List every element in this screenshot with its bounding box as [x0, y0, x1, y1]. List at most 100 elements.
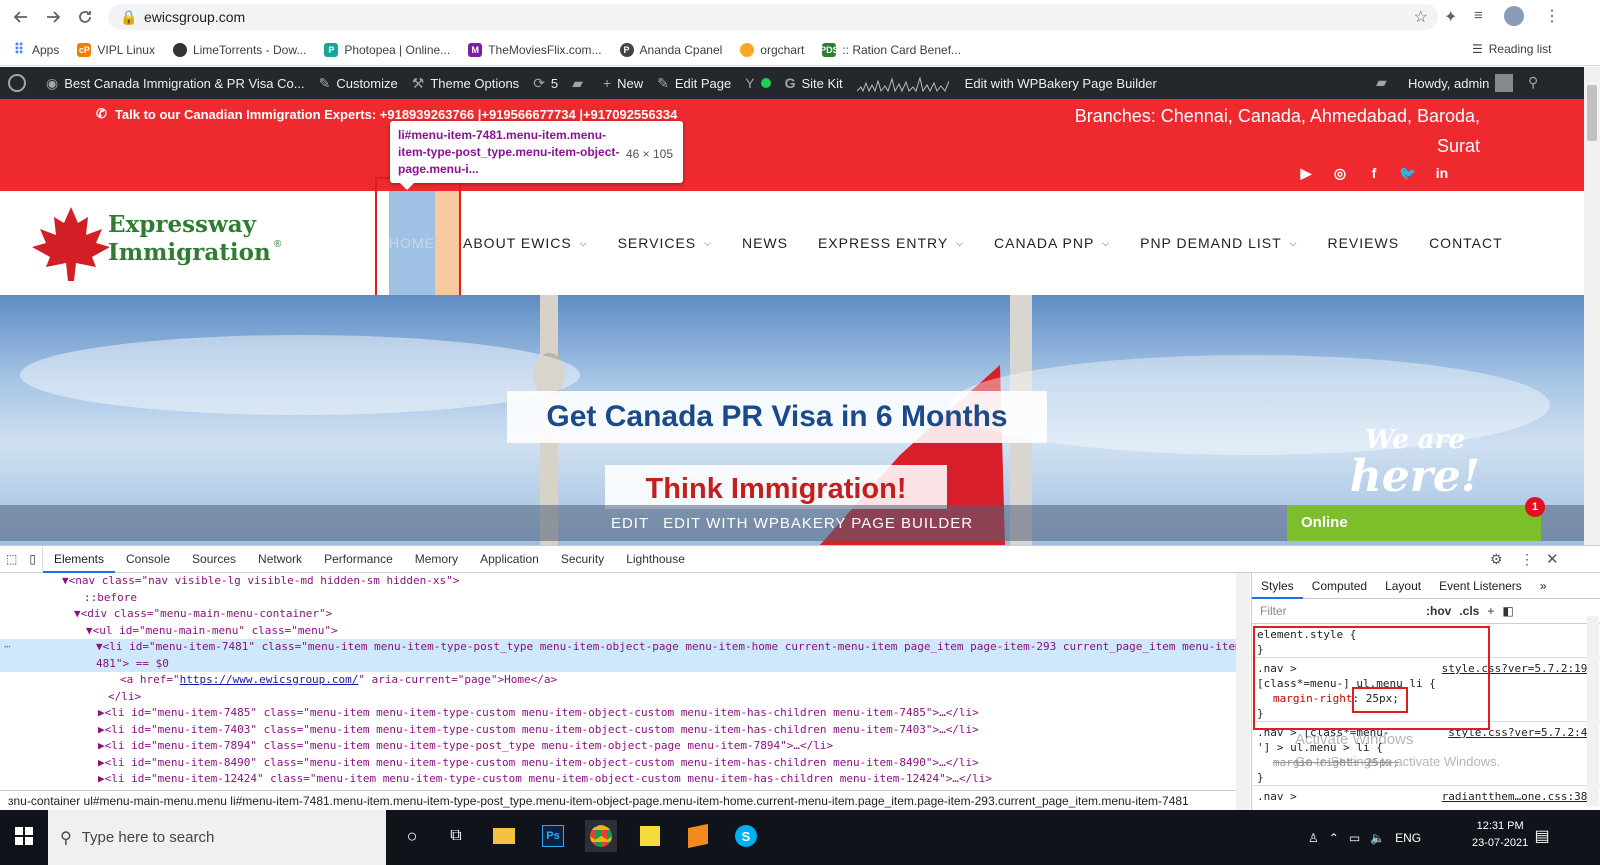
taskbar-search[interactable]: ⚲ Type here to search	[48, 810, 386, 865]
dom-node-li-8490[interactable]: ▶<li id="menu-item-8490" class="menu-ite…	[0, 755, 1236, 772]
task-view-icon[interactable]: ⧉	[440, 820, 472, 852]
menu-item-contact[interactable]: CONTACT	[1429, 235, 1503, 251]
tab-performance[interactable]: Performance	[313, 546, 404, 573]
sublime-icon[interactable]	[682, 820, 714, 852]
chevron-up-icon[interactable]: ⌃	[1329, 831, 1339, 845]
dom-node-menu-container[interactable]: ▼<div class="menu-main-menu-container">	[0, 606, 1236, 623]
wpbar-site-kit[interactable]: G Site Kit	[785, 75, 843, 91]
inspect-element-icon[interactable]: ⬚	[0, 546, 23, 573]
address-bar[interactable]: 🔒 ewicsgroup.com ☆	[108, 4, 1438, 30]
profile-avatar[interactable]	[1504, 6, 1524, 26]
bookmark-photopea[interactable]: P Photopea | Online...	[324, 42, 450, 57]
dom-node-anchor[interactable]: <a href="https://www.ewicsgroup.com/" ar…	[0, 672, 1236, 689]
wpbar-new[interactable]: + New	[603, 75, 643, 91]
extensions-icon[interactable]: ✦	[1444, 7, 1457, 27]
hov-toggle[interactable]: :hov	[1426, 604, 1451, 618]
we-are-here-badge[interactable]: We are here!	[1345, 425, 1485, 505]
settings-gear-icon[interactable]: ⚙	[1490, 551, 1503, 568]
computed-sidebar-icon[interactable]: ◧	[1502, 604, 1513, 618]
wpbar-theme-options[interactable]: ⚒ Theme Options	[412, 75, 519, 92]
wpbar-account[interactable]: Howdy, admin	[1408, 74, 1514, 92]
wpbar-notifications[interactable]: ▰	[1376, 74, 1393, 91]
tab-sources[interactable]: Sources	[181, 546, 247, 573]
instagram-icon[interactable]: ◎	[1330, 163, 1350, 183]
close-icon[interactable]: ✕	[1546, 550, 1559, 568]
dom-node-li-7894[interactable]: ▶<li id="menu-item-7894" class="menu-ite…	[0, 738, 1236, 755]
dom-scrollbar[interactable]	[1236, 573, 1250, 811]
styles-filter-input[interactable]: Filter	[1260, 604, 1426, 618]
menu-item-pnp-demand[interactable]: PNP DEMAND LIST ⌵	[1140, 235, 1297, 251]
bookmark-apps[interactable]: ⠿ Apps	[12, 41, 60, 57]
device-toggle-icon[interactable]: ▯	[23, 545, 43, 573]
edit-link[interactable]: EDIT	[611, 515, 649, 532]
network-icon[interactable]: ▭	[1349, 831, 1360, 845]
scrollbar-thumb[interactable]	[1587, 85, 1597, 141]
wpbar-updates[interactable]: ⟳ 5	[533, 75, 558, 92]
menu-item-about[interactable]: ABOUT EWICS ⌵	[463, 235, 588, 251]
dom-node-before[interactable]: ::before	[0, 590, 1236, 607]
back-button[interactable]	[5, 1, 37, 33]
windows-start-icon[interactable]	[8, 820, 40, 852]
menu-item-news[interactable]: NEWS	[742, 235, 788, 251]
dom-node-nav[interactable]: ▼<nav class="nav visible-lg visible-md h…	[0, 573, 1236, 590]
more-tabs-icon[interactable]: »	[1531, 579, 1556, 593]
people-icon[interactable]: ♙	[1308, 831, 1319, 845]
facebook-icon[interactable]: f	[1364, 163, 1384, 183]
sticky-notes-icon[interactable]	[634, 820, 666, 852]
wpbar-customize[interactable]: ✎ Customize	[319, 75, 398, 92]
volume-icon[interactable]: 🔈	[1370, 831, 1385, 845]
dom-breadcrumb[interactable]: ɜnu-container ul#menu-main-menu.menu li#…	[0, 790, 1236, 811]
tab-elements[interactable]: Elements	[42, 546, 115, 573]
edit-wpbakery-link[interactable]: EDIT WITH WPBAKERY PAGE BUILDER	[663, 515, 973, 532]
notifications-icon[interactable]: ▤	[1526, 820, 1558, 852]
tab-lighthouse[interactable]: Lighthouse	[615, 546, 696, 573]
tab-styles[interactable]: Styles	[1252, 573, 1303, 599]
file-explorer-icon[interactable]	[488, 820, 520, 852]
bookmark-vipl[interactable]: cP VIPL Linux	[77, 42, 155, 57]
bookmark-star-icon[interactable]: ☆	[1414, 7, 1428, 27]
menu-item-reviews[interactable]: REVIEWS	[1327, 235, 1399, 251]
dom-node-li-7403[interactable]: ▶<li id="menu-item-7403" class="menu-ite…	[0, 722, 1236, 739]
skype-icon[interactable]: S	[730, 820, 762, 852]
cortana-icon[interactable]: ○	[396, 820, 428, 852]
wpbar-comments[interactable]: ▰	[572, 75, 589, 92]
dom-node-selected-li[interactable]: ⋯ ▼<li id="menu-item-7481" class="menu-it…	[0, 639, 1236, 656]
taskbar-clock[interactable]: 12:31 PM 23-07-2021	[1472, 818, 1528, 852]
page-scrollbar[interactable]	[1584, 67, 1600, 545]
dom-node-menu-ul[interactable]: ▼<ul id="menu-main-menu" class="menu">	[0, 623, 1236, 640]
tab-layout[interactable]: Layout	[1376, 579, 1430, 593]
cls-toggle[interactable]: .cls	[1459, 604, 1479, 618]
dom-node-li-7485[interactable]: ▶<li id="menu-item-7485" class="menu-ite…	[0, 705, 1236, 722]
bookmark-orgchart[interactable]: orgchart	[740, 42, 804, 57]
wpbar-edit-page[interactable]: ✎ Edit Page	[657, 75, 731, 92]
wpbar-yoast[interactable]: Y	[745, 75, 771, 91]
wpbar-search[interactable]: ⚲	[1528, 74, 1544, 91]
tab-network[interactable]: Network	[247, 546, 313, 573]
language-indicator[interactable]: ENG	[1395, 831, 1421, 845]
tab-security[interactable]: Security	[550, 546, 615, 573]
menu-item-services[interactable]: SERVICES ⌵	[618, 235, 712, 251]
styles-scrollbar[interactable]	[1587, 616, 1599, 806]
forward-button[interactable]	[37, 1, 69, 33]
linkedin-icon[interactable]: in	[1432, 163, 1452, 183]
bookmark-ration[interactable]: PDS:: Ration Card Benef...	[820, 42, 961, 57]
devtools-more-icon[interactable]: ⋮	[1520, 551, 1534, 568]
wpbar-stats[interactable]	[856, 73, 949, 93]
reload-button[interactable]	[69, 1, 101, 33]
reading-list-button[interactable]: ☰ Reading list	[1472, 42, 1551, 56]
css-source-link[interactable]: radiantthem…one.css:383	[1442, 789, 1594, 804]
wordpress-logo[interactable]	[8, 74, 32, 92]
bookmark-limetorrents[interactable]: LimeTorrents - Dow...	[172, 42, 306, 57]
bookmark-cpanel[interactable]: P Ananda Cpanel	[619, 42, 722, 57]
tab-event-listeners[interactable]: Event Listeners	[1430, 579, 1531, 593]
youtube-icon[interactable]: ▶	[1296, 163, 1316, 183]
wpbar-site[interactable]: ◉ Best Canada Immigration & PR Visa Co...	[46, 75, 305, 92]
tab-application[interactable]: Application	[469, 546, 550, 573]
menu-item-canada-pnp[interactable]: CANADA PNP ⌵	[994, 235, 1110, 251]
chrome-icon[interactable]	[585, 820, 617, 852]
twitter-icon[interactable]: 🐦	[1398, 163, 1418, 183]
online-chat-widget[interactable]: Online	[1287, 505, 1541, 541]
more-menu-icon[interactable]: ⋮	[1544, 6, 1560, 26]
menu-item-express-entry[interactable]: EXPRESS ENTRY ⌵	[818, 235, 964, 251]
add-rule-icon[interactable]: +	[1487, 604, 1494, 618]
